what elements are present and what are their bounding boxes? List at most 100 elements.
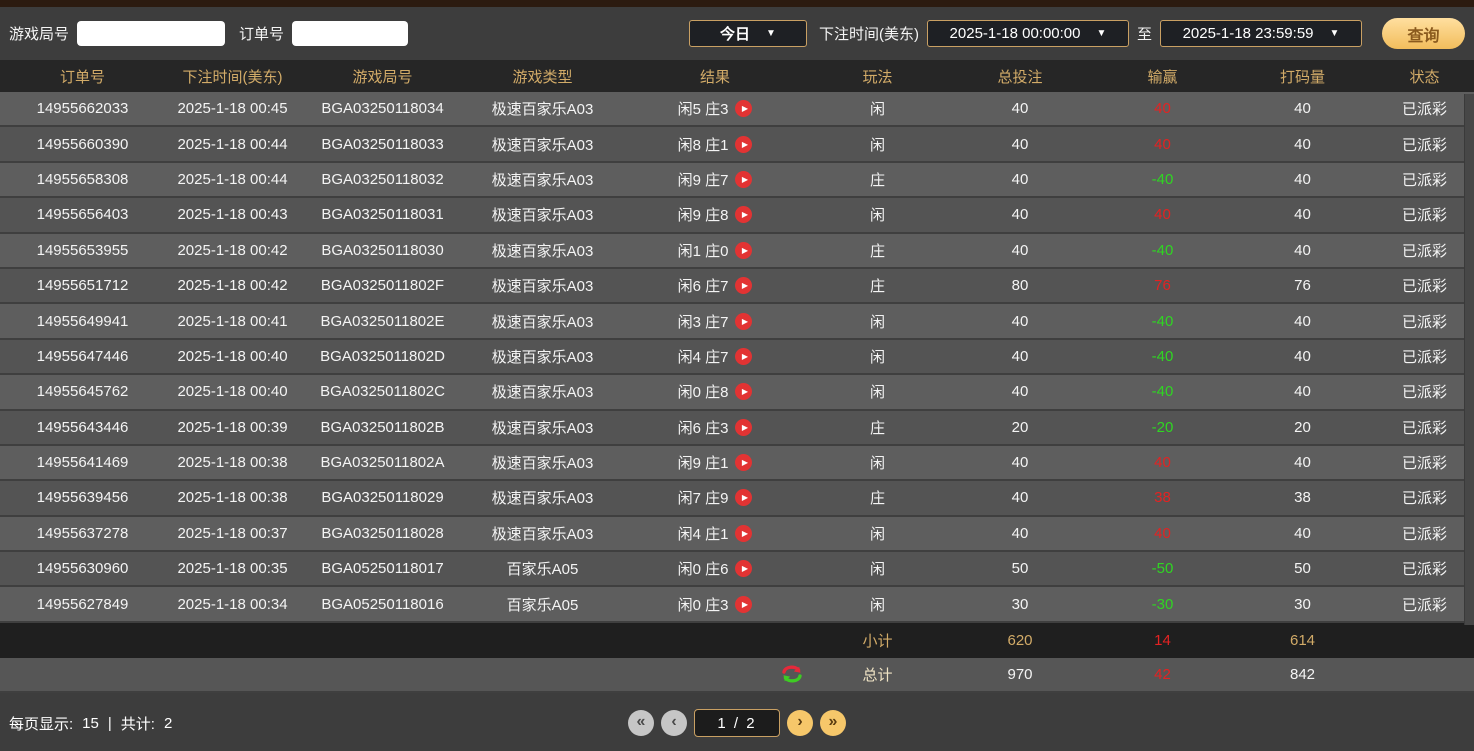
play-icon[interactable]: ▶ xyxy=(735,489,752,506)
result-text: 闲5 庄3 xyxy=(678,98,729,119)
quick-range-value: 今日 xyxy=(720,23,750,44)
cell-game-type: 极速百家乐A03 xyxy=(465,134,620,155)
play-icon[interactable]: ▶ xyxy=(735,136,752,153)
result-text: 闲6 庄3 xyxy=(678,417,729,438)
cell-status: 已派彩 xyxy=(1375,98,1474,119)
play-icon[interactable]: ▶ xyxy=(735,206,752,223)
cell-turnover: 30 xyxy=(1230,596,1375,613)
play-icon[interactable]: ▶ xyxy=(735,560,752,577)
subtotal-row: 小计 620 14 614 xyxy=(0,623,1474,658)
cell-play-type: 闲 xyxy=(810,346,945,367)
table-row: 14955649941 2025-1-18 00:41 BGA032501180… xyxy=(0,304,1474,339)
column-header: 输赢 xyxy=(1095,66,1230,87)
play-icon[interactable]: ▶ xyxy=(735,100,752,117)
swap-icon[interactable] xyxy=(780,662,804,686)
cell-total-bet: 40 xyxy=(945,525,1095,542)
column-header: 状态 xyxy=(1375,66,1474,87)
cell-turnover: 40 xyxy=(1230,136,1375,153)
cell-turnover: 50 xyxy=(1230,560,1375,577)
cell-game-type: 极速百家乐A03 xyxy=(465,381,620,402)
quick-range-select[interactable]: 今日 ▼ xyxy=(689,20,807,47)
cell-total-bet: 40 xyxy=(945,136,1095,153)
play-icon[interactable]: ▶ xyxy=(735,242,752,259)
next-page-button[interactable]: › xyxy=(787,710,813,736)
play-icon[interactable]: ▶ xyxy=(735,348,752,365)
cell-order-no: 14955651712 xyxy=(0,277,165,294)
cell-turnover: 40 xyxy=(1230,525,1375,542)
prev-page-button[interactable]: ‹ xyxy=(661,710,687,736)
game-round-input[interactable] xyxy=(77,21,225,46)
order-no-input[interactable] xyxy=(292,21,408,46)
time-to-select[interactable]: 2025-1-18 23:59:59 ▼ xyxy=(1160,20,1362,47)
cell-bet-time: 2025-1-18 00:40 xyxy=(165,348,300,365)
result-text: 闲9 庄1 xyxy=(678,452,729,473)
cell-total-bet: 40 xyxy=(945,313,1095,330)
cell-game-type: 极速百家乐A03 xyxy=(465,346,620,367)
cell-game-type: 极速百家乐A03 xyxy=(465,204,620,225)
cell-play-type: 闲 xyxy=(810,558,945,579)
first-page-button[interactable]: « xyxy=(628,710,654,736)
scrollbar[interactable] xyxy=(1464,94,1474,625)
result-text: 闲1 庄0 xyxy=(678,240,729,261)
cell-game-type: 极速百家乐A03 xyxy=(465,169,620,190)
play-icon[interactable]: ▶ xyxy=(735,454,752,471)
cell-order-no: 14955649941 xyxy=(0,313,165,330)
subtotal-win-loss: 14 xyxy=(1095,632,1230,649)
cell-play-type: 闲 xyxy=(810,204,945,225)
cell-play-type: 闲 xyxy=(810,594,945,615)
cell-play-type: 闲 xyxy=(810,311,945,332)
cell-game-round: BGA0325011802C xyxy=(300,383,465,400)
column-header: 订单号 xyxy=(0,66,165,87)
query-button[interactable]: 查询 xyxy=(1382,18,1465,49)
cell-game-round: BGA0325011802A xyxy=(300,454,465,471)
cell-total-bet: 40 xyxy=(945,171,1095,188)
table-row: 14955627849 2025-1-18 00:34 BGA052501180… xyxy=(0,587,1474,622)
play-icon[interactable]: ▶ xyxy=(735,419,752,436)
cell-status: 已派彩 xyxy=(1375,204,1474,225)
cell-result: 闲4 庄7 ▶ xyxy=(620,346,810,367)
table-row: 14955643446 2025-1-18 00:39 BGA032501180… xyxy=(0,411,1474,446)
cell-game-type: 极速百家乐A03 xyxy=(465,240,620,261)
cell-order-no: 14955645762 xyxy=(0,383,165,400)
cell-game-type: 极速百家乐A03 xyxy=(465,98,620,119)
cell-status: 已派彩 xyxy=(1375,240,1474,261)
table-row: 14955637278 2025-1-18 00:37 BGA032501180… xyxy=(0,517,1474,552)
cell-win-loss: -40 xyxy=(1095,313,1230,330)
play-icon[interactable]: ▶ xyxy=(735,313,752,330)
cell-turnover: 38 xyxy=(1230,489,1375,506)
cell-game-round: BGA03250118031 xyxy=(300,206,465,223)
cell-order-no: 14955630960 xyxy=(0,560,165,577)
cell-play-type: 闲 xyxy=(810,523,945,544)
result-text: 闲8 庄1 xyxy=(678,134,729,155)
last-page-button[interactable]: » xyxy=(820,710,846,736)
play-icon[interactable]: ▶ xyxy=(735,171,752,188)
cell-play-type: 闲 xyxy=(810,452,945,473)
cell-total-bet: 30 xyxy=(945,596,1095,613)
cell-game-round: BGA05250118016 xyxy=(300,596,465,613)
play-icon[interactable]: ▶ xyxy=(735,277,752,294)
cell-status: 已派彩 xyxy=(1375,523,1474,544)
per-page-label: 每页显示: xyxy=(9,713,73,734)
cell-turnover: 40 xyxy=(1230,348,1375,365)
cell-win-loss: -40 xyxy=(1095,242,1230,259)
cell-status: 已派彩 xyxy=(1375,487,1474,508)
order-no-label: 订单号 xyxy=(239,23,284,44)
result-text: 闲0 庄3 xyxy=(678,594,729,615)
cell-result: 闲0 庄8 ▶ xyxy=(620,381,810,402)
cell-status: 已派彩 xyxy=(1375,311,1474,332)
game-round-label: 游戏局号 xyxy=(9,23,69,44)
cell-play-type: 闲 xyxy=(810,381,945,402)
play-icon[interactable]: ▶ xyxy=(735,383,752,400)
play-icon[interactable]: ▶ xyxy=(735,525,752,542)
cell-win-loss: 38 xyxy=(1095,489,1230,506)
footer-bar: 每页显示: 15 | 共计: 2 « ‹ 1 / 2 › » xyxy=(0,695,1474,751)
time-to-value: 2025-1-18 23:59:59 xyxy=(1183,25,1314,42)
time-from-select[interactable]: 2025-1-18 00:00:00 ▼ xyxy=(927,20,1129,47)
cell-win-loss: 40 xyxy=(1095,206,1230,223)
cell-result: 闲7 庄9 ▶ xyxy=(620,487,810,508)
cell-bet-time: 2025-1-18 00:38 xyxy=(165,454,300,471)
cell-win-loss: -20 xyxy=(1095,419,1230,436)
cell-status: 已派彩 xyxy=(1375,134,1474,155)
cell-bet-time: 2025-1-18 00:35 xyxy=(165,560,300,577)
play-icon[interactable]: ▶ xyxy=(735,596,752,613)
